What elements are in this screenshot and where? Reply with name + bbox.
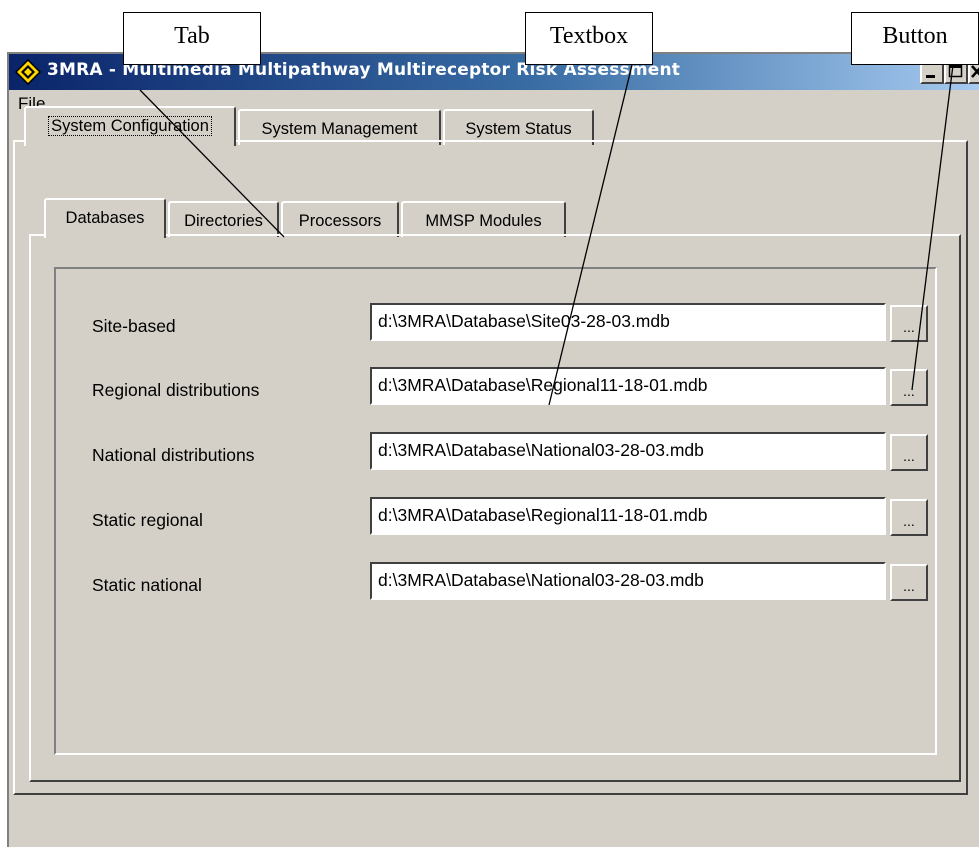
textbox-callout: Textbox — [525, 12, 653, 65]
tab-label: Directories — [184, 212, 263, 230]
field-row-regional-distributions: Regional distributions d:\3MRA\Database\… — [0, 367, 979, 409]
tab-label: Databases — [65, 209, 145, 227]
static-regional-path-input[interactable]: d:\3MRA\Database\Regional11-18-01.mdb — [370, 497, 886, 535]
minimize-icon — [926, 75, 935, 78]
maximize-icon — [948, 64, 963, 78]
tab-label: System Configuration — [48, 116, 212, 136]
regional-distributions-browse-button[interactable]: ... — [890, 369, 928, 406]
field-label: Static national — [92, 575, 202, 595]
button-callout: Button — [851, 12, 979, 65]
field-label: National distributions — [92, 445, 255, 465]
field-row-static-national: Static national d:\3MRA\Database\Nationa… — [0, 562, 979, 604]
regional-distributions-path-input[interactable]: d:\3MRA\Database\Regional11-18-01.mdb — [370, 367, 886, 405]
field-row-national-distributions: National distributions d:\3MRA\Database\… — [0, 432, 979, 474]
national-distributions-path-input[interactable]: d:\3MRA\Database\National03-28-03.mdb — [370, 432, 886, 470]
tab-callout: Tab — [123, 12, 261, 65]
app-logo-icon — [14, 58, 42, 86]
field-row-static-regional: Static regional d:\3MRA\Database\Regiona… — [0, 497, 979, 539]
tab-system-configuration[interactable]: System Configuration — [24, 106, 236, 146]
site-based-path-input[interactable]: d:\3MRA\Database\Site03-28-03.mdb — [370, 303, 886, 341]
tab-label: System Status — [465, 120, 572, 138]
national-distributions-browse-button[interactable]: ... — [890, 434, 928, 471]
static-national-path-input[interactable]: d:\3MRA\Database\National03-28-03.mdb — [370, 562, 886, 600]
static-regional-browse-button[interactable]: ... — [890, 499, 928, 536]
tab-databases[interactable]: Databases — [44, 198, 166, 238]
tab-processors[interactable]: Processors — [281, 201, 399, 237]
tab-label: System Management — [261, 120, 418, 138]
tab-directories[interactable]: Directories — [168, 201, 279, 237]
site-based-browse-button[interactable]: ... — [890, 305, 928, 342]
tab-label: MMSP Modules — [425, 212, 542, 230]
field-row-site-based: Site-based d:\3MRA\Database\Site03-28-03… — [0, 303, 979, 345]
tab-mmsp-modules[interactable]: MMSP Modules — [401, 201, 566, 237]
field-label: Site-based — [92, 316, 176, 336]
tab-label: Processors — [298, 212, 382, 230]
field-label: Regional distributions — [92, 380, 260, 400]
static-national-browse-button[interactable]: ... — [890, 564, 928, 601]
close-icon — [971, 65, 979, 78]
field-label: Static regional — [92, 510, 203, 530]
